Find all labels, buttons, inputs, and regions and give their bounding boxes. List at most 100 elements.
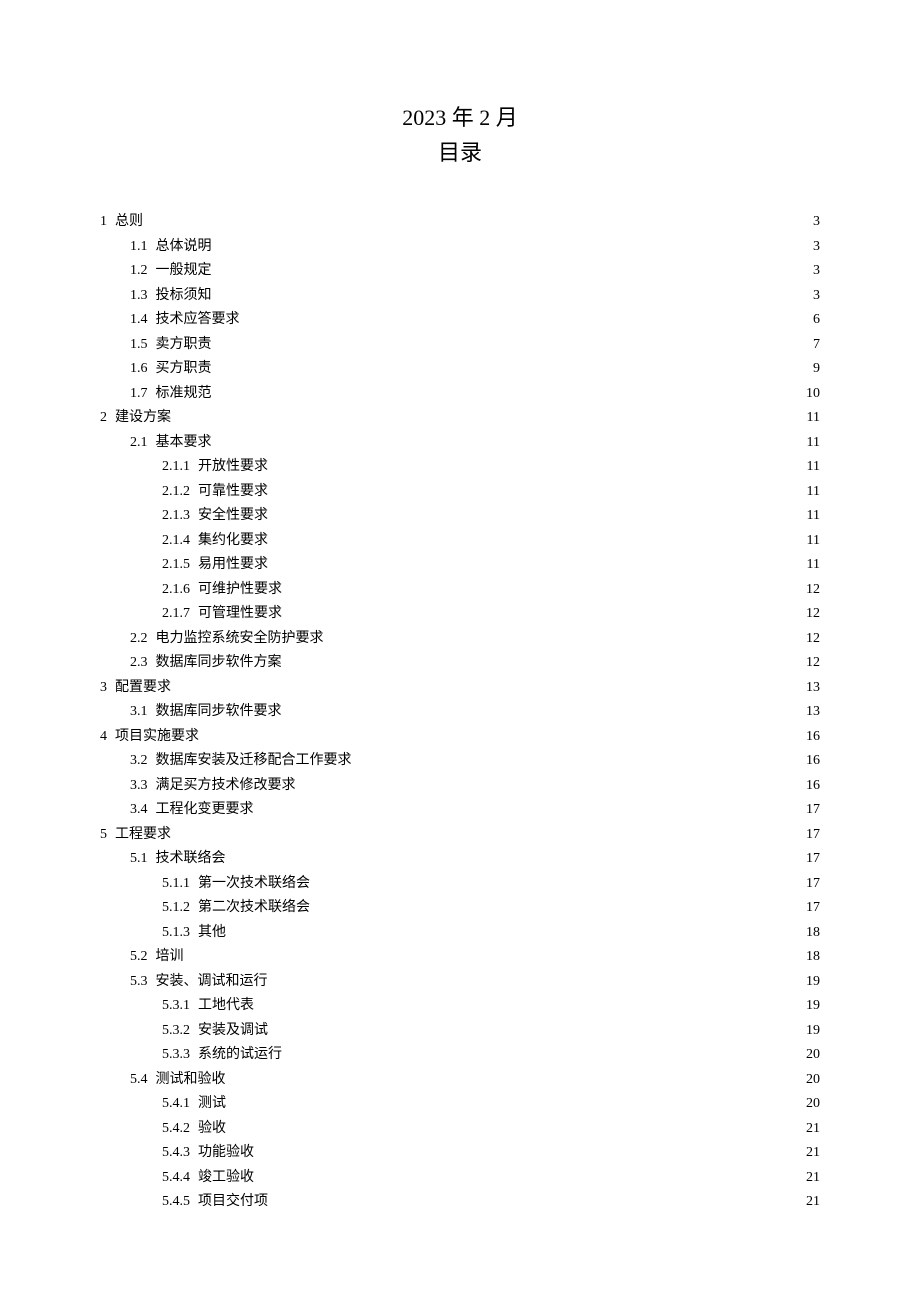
toc-entry-page: 16 (804, 749, 820, 774)
toc-entry-number: 5.3.1 (162, 994, 190, 1019)
toc-entry-title: 可管理性要求 (198, 602, 282, 627)
toc-entry-number: 3 (100, 676, 107, 701)
toc-entry-page: 20 (804, 1092, 820, 1117)
toc-entry-title: 开放性要求 (198, 455, 268, 480)
toc-entry-page: 20 (804, 1043, 820, 1068)
toc-entry[interactable]: 5.4.1 测试 20 (100, 1092, 820, 1117)
toc-entry[interactable]: 5.2培训18 (100, 945, 820, 970)
toc-entry-page: 21 (804, 1117, 820, 1142)
toc-entry[interactable]: 1.3投标须知3 (100, 284, 820, 309)
toc-entry[interactable]: 2.1.3安全性要求11 (100, 504, 820, 529)
toc-entry[interactable]: 5.3.2 安装及调试 19 (100, 1019, 820, 1044)
toc-entry-title: 电力监控系统安全防护要求 (156, 627, 324, 652)
toc-entry-number: 5.1.2 (162, 896, 190, 921)
toc-entry-title: 验收 (198, 1117, 226, 1142)
toc-entry-number: 5.1.1 (162, 872, 190, 897)
toc-entry-page: 13 (804, 700, 820, 725)
toc-entry-number: 5.4.1 (162, 1092, 190, 1117)
toc-entry-title: 项目交付项 (198, 1190, 268, 1215)
toc-entry[interactable]: 5.3.3系统的试运行20 (100, 1043, 820, 1068)
toc-entry[interactable]: 2.1.1开放性要求11 (100, 455, 820, 480)
toc-entry[interactable]: 1.7标准规范10 (100, 382, 820, 407)
toc-entry[interactable]: 2.1基本要求11 (100, 431, 820, 456)
toc-entry[interactable]: 5.1技术联络会17 (100, 847, 820, 872)
toc-entry-number: 1.4 (130, 308, 148, 333)
toc-entry-title: 总则 (115, 210, 143, 235)
toc-entry-number: 5.4.4 (162, 1166, 190, 1191)
toc-entry[interactable]: 1.1总体说明3 (100, 235, 820, 260)
toc-entry[interactable]: 1.6买方职责9 (100, 357, 820, 382)
toc-entry[interactable]: 5.4.3功能验收21 (100, 1141, 820, 1166)
toc-entry[interactable]: 1.5卖方职责7 (100, 333, 820, 358)
toc-entry-page: 11 (805, 553, 820, 578)
toc-entry[interactable]: 2建设方案11 (100, 406, 820, 431)
toc-entry-title: 总体说明 (156, 235, 212, 260)
toc-entry[interactable]: 2.3数据库同步软件方案12 (100, 651, 820, 676)
toc-entry[interactable]: 3配置要求13 (100, 676, 820, 701)
toc-entry-number: 3.4 (130, 798, 148, 823)
toc-entry-page: 17 (804, 872, 820, 897)
toc-entry[interactable]: 5.4.4竣工验收21 (100, 1166, 820, 1191)
toc-entry-page: 3 (811, 259, 820, 284)
toc-entry-title: 竣工验收 (198, 1166, 254, 1191)
toc-entry-number: 2 (100, 406, 107, 431)
toc-entry-number: 1.2 (130, 259, 148, 284)
toc-entry-number: 3.2 (130, 749, 148, 774)
toc-entry[interactable]: 1总则3 (100, 210, 820, 235)
toc-entry[interactable]: 2.1.5易用性要求11 (100, 553, 820, 578)
toc-entry-title: 测试 (198, 1092, 226, 1117)
toc-entry[interactable]: 1.2 一般规定 3 (100, 259, 820, 284)
toc-entry-title: 投标须知 (156, 284, 212, 309)
toc-entry[interactable]: 3.4工程化变更要求17 (100, 798, 820, 823)
toc-entry-title: 卖方职责 (156, 333, 212, 358)
toc-entry-title: 标准规范 (156, 382, 212, 407)
toc-entry-number: 5.3.2 (162, 1019, 190, 1044)
toc-entry-title: 技术应答要求 (156, 308, 240, 333)
toc-entry-title: 功能验收 (198, 1141, 254, 1166)
toc-entry[interactable]: 1.4 技术应答要求 6 (100, 308, 820, 333)
toc-entry[interactable]: 5.4测试和验收20 (100, 1068, 820, 1093)
toc-entry[interactable]: 5.1.3其他18 (100, 921, 820, 946)
toc-entry[interactable]: 4项目实施要求16 (100, 725, 820, 750)
toc-entry[interactable]: 5.3.1工地代表19 (100, 994, 820, 1019)
toc-entry-page: 18 (804, 921, 820, 946)
toc-entry-page: 21 (804, 1141, 820, 1166)
toc-entry[interactable]: 2.2电力监控系统安全防护要求12 (100, 627, 820, 652)
toc-entry-title: 技术联络会 (156, 847, 226, 872)
toc-entry[interactable]: 3.3满足买方技术修改要求16 (100, 774, 820, 799)
toc-entry-page: 6 (811, 308, 820, 333)
toc-entry-page: 3 (811, 284, 820, 309)
toc-entry[interactable]: 2.1.4集约化要求11 (100, 529, 820, 554)
toc-entry-page: 16 (804, 725, 820, 750)
toc-entry-page: 17 (804, 823, 820, 848)
toc-entry[interactable]: 2.1.2可靠性要求11 (100, 480, 820, 505)
toc-entry-title: 一般规定 (156, 259, 212, 284)
toc-heading: 目录 (100, 135, 820, 170)
toc-entry-number: 5.1.3 (162, 921, 190, 946)
toc-entry[interactable]: 5.4.5项目交付项21 (100, 1190, 820, 1215)
toc-entry-title: 安装、调试和运行 (156, 970, 268, 995)
toc-entry[interactable]: 5工程要求17 (100, 823, 820, 848)
toc-entry-page: 19 (804, 994, 820, 1019)
toc-entry-number: 5.4 (130, 1068, 148, 1093)
toc-entry-title: 集约化要求 (198, 529, 268, 554)
toc-entry-title: 安装及调试 (198, 1019, 268, 1044)
toc-entry[interactable]: 5.3安装、调试和运行19 (100, 970, 820, 995)
toc-entry[interactable]: 5.4.2验收21 (100, 1117, 820, 1142)
toc-entry-page: 16 (804, 774, 820, 799)
toc-entry[interactable]: 3.2数据库安装及迁移配合工作要求16 (100, 749, 820, 774)
toc-entry-title: 数据库同步软件方案 (156, 651, 282, 676)
toc-entry-title: 满足买方技术修改要求 (156, 774, 296, 799)
toc-entry-number: 2.3 (130, 651, 148, 676)
toc-entry-page: 19 (804, 1019, 820, 1044)
toc-entry[interactable]: 3.1数据库同步软件要求13 (100, 700, 820, 725)
toc-entry[interactable]: 2.1.6可维护性要求12 (100, 578, 820, 603)
toc-entry-number: 1.5 (130, 333, 148, 358)
toc-entry[interactable]: 5.1.2第二次技术联络会17 (100, 896, 820, 921)
toc-entry-title: 可维护性要求 (198, 578, 282, 603)
toc-entry[interactable]: 5.1.1第一次技术联络会17 (100, 872, 820, 897)
toc-entry-title: 易用性要求 (198, 553, 268, 578)
toc-entry-title: 配置要求 (115, 676, 171, 701)
toc-entry-number: 5.3 (130, 970, 148, 995)
toc-entry[interactable]: 2.1.7可管理性要求12 (100, 602, 820, 627)
